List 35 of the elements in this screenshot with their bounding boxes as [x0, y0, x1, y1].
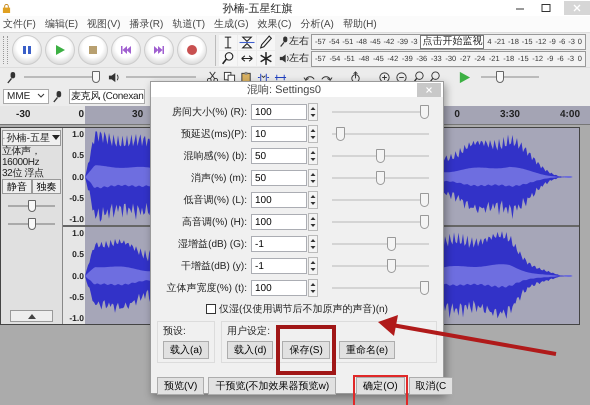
axis-label: 0.0 [72, 270, 84, 280]
axis-label: -0.5 [69, 292, 84, 302]
parameter-label: 房间大小(%) (R): [171, 106, 248, 119]
channel-label: 右 [299, 52, 309, 64]
channel-label: 左 [289, 36, 299, 48]
time-label: -30 [16, 108, 30, 122]
window-title: 孙楠-五星红旗 [222, 2, 294, 16]
track-format: 立体声，16000Hz [2, 146, 40, 168]
parameter-label: 高音调(%) (H): [181, 216, 248, 229]
parameter-label: 湿增益(dB) (G): [177, 238, 248, 251]
time-label: 0 [454, 108, 460, 122]
dialog-title: 混响: Settings0 [246, 83, 322, 97]
time-label: 0 [78, 108, 84, 122]
axis-label: 1.0 [72, 129, 84, 139]
axis-label: 0.5 [72, 249, 84, 260]
track-sample-format: 32位 浮点 [2, 168, 45, 179]
parameter-label: 干增益(dB) (y): [180, 260, 248, 273]
group-label: 预设: [163, 325, 187, 338]
parameter-label: 预延迟(ms)(P): [180, 128, 248, 141]
axis-label: -0.5 [69, 192, 84, 203]
parameter-label: 立体声宽度(%) (t): [165, 282, 248, 295]
parameter-label: 低音调(%) (L): [182, 194, 248, 207]
axis-label: 0.5 [72, 150, 84, 160]
axis-label: 0.0 [72, 172, 84, 182]
parameter-label: 混响感(%) (b): [182, 150, 248, 163]
axis-label: -1.0 [69, 214, 84, 224]
axis-label: -1.0 [69, 313, 84, 323]
group-label: 用户设定: [227, 324, 272, 338]
axis-label: 1.0 [72, 228, 84, 238]
time-label: 3:30 [500, 108, 520, 122]
parameter-label: 消声(%) (m): [190, 172, 248, 185]
channel-label: 右 [299, 36, 309, 48]
channel-label: 左 [289, 52, 299, 64]
time-label: 30 [132, 108, 144, 122]
time-label: 4:00 [560, 108, 580, 122]
